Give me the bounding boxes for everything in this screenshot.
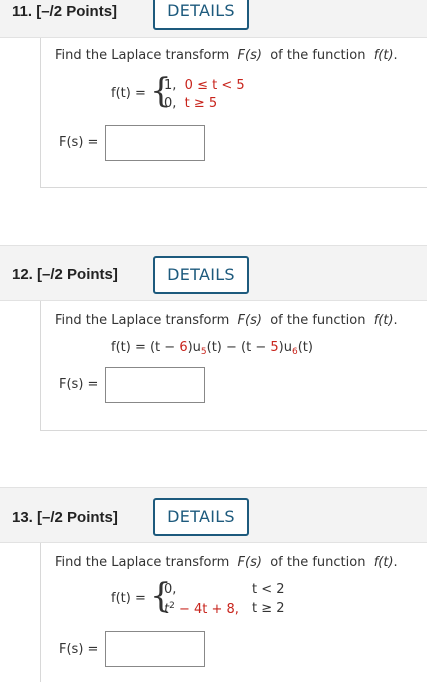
question-13-answer-input[interactable] <box>105 631 205 667</box>
question-11-answer-label: F(s) = <box>59 135 99 150</box>
question-11-case-2: 0, t ≥ 5 <box>164 96 218 111</box>
question-13-case-1-condition: t < 2 <box>252 582 285 597</box>
question-12-prompt: Find the Laplace transform F(s) of the f… <box>55 313 398 328</box>
question-12-header: 12. [–/2 Points] DETAILS <box>0 245 427 301</box>
details-button-12[interactable]: DETAILS <box>153 256 249 294</box>
question-11-function-label: f(t) = <box>111 86 146 101</box>
question-12-answer-input[interactable] <box>105 367 205 403</box>
question-11-header: 11. [–/2 Points] DETAILS <box>0 0 427 38</box>
question-11-title: 11. [–/2 Points] <box>12 3 118 20</box>
question-13-header: 13. [–/2 Points] DETAILS <box>0 487 427 543</box>
question-12-answer-label: F(s) = <box>59 377 99 392</box>
question-11-case-1: 1, 0 ≤ t < 5 <box>164 78 245 93</box>
question-13-case-2-condition: t ≥ 2 <box>252 601 285 616</box>
question-13-answer-label: F(s) = <box>59 642 99 657</box>
question-11-answer-input[interactable] <box>105 125 205 161</box>
details-button-11[interactable]: DETAILS <box>153 0 249 30</box>
question-13-case-2-value: t2 − 4t + 8, <box>164 601 239 617</box>
question-12-function: f(t) = (t − 6)u5(t) − (t − 5)u6(t) <box>111 340 313 357</box>
question-13-prompt: Find the Laplace transform F(s) of the f… <box>55 555 398 570</box>
question-13-title: 13. [–/2 Points] <box>12 509 118 526</box>
details-button-13[interactable]: DETAILS <box>153 498 249 536</box>
question-13-case-1-value: 0, <box>164 582 177 597</box>
question-13-function-label: f(t) = <box>111 591 146 606</box>
question-11-prompt: Find the Laplace transform F(s) of the f… <box>55 48 398 63</box>
question-12-title: 12. [–/2 Points] <box>12 266 118 283</box>
